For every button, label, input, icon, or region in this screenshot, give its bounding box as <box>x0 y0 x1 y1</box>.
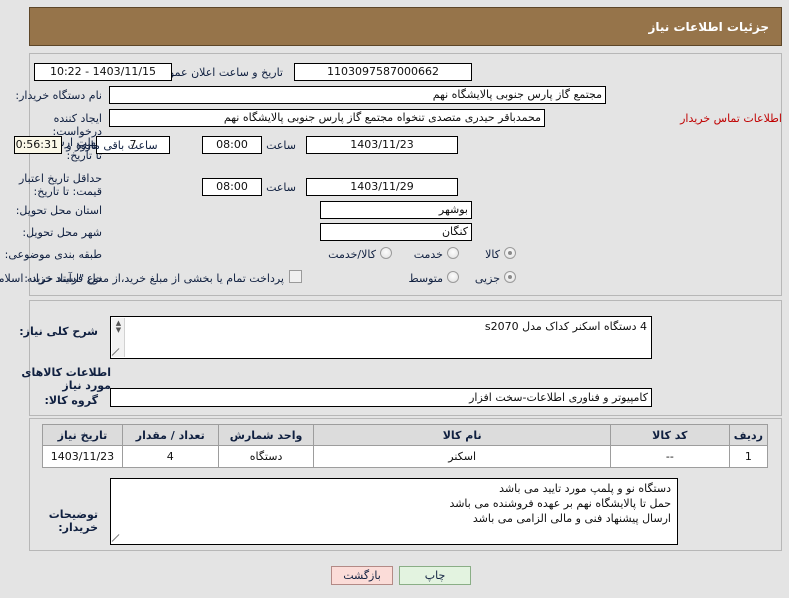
city-label: شهر محل تحویل: <box>23 226 103 239</box>
category-radio-kala-khedmat[interactable] <box>381 247 393 259</box>
price-validity-date-field[interactable]: 1403/11/29 <box>307 178 459 196</box>
description-textarea[interactable]: ▲ ▼ 4 دستگاه اسکنر کداک مدل s2070 <box>111 316 653 359</box>
goods-group-label: گروه کالا: <box>45 394 99 407</box>
th-code: کد کالا <box>610 424 731 446</box>
process-radio-jozi[interactable] <box>505 271 517 283</box>
goods-table: ردیف کد کالا نام کالا واحد شمارش تعداد /… <box>43 424 770 468</box>
price-validity-hour-label: ساعت <box>267 181 297 194</box>
page-title: جزئیات اطلاعات نیاز <box>649 20 770 34</box>
buyer-notes-line-2: ارسال پیشنهاد فنی و مالی الزامی می باشد <box>473 512 672 525</box>
price-validity-label: حداقل تاریخ اعتبار قیمت: تا تاریخ: <box>19 172 103 198</box>
price-validity-time-field[interactable]: 08:00 <box>203 178 263 196</box>
th-date: تاریخ نیاز <box>43 424 124 446</box>
cell-row: 1 <box>729 445 770 468</box>
reply-deadline-date-field[interactable]: 1403/11/23 <box>307 136 459 154</box>
process-radio-motevaset[interactable] <box>448 271 460 283</box>
reply-deadline-time-field[interactable]: 08:00 <box>203 136 263 154</box>
description-label: شرح کلی نیاز: <box>20 325 99 338</box>
th-unit: واحد شمارش <box>218 424 316 446</box>
province-field[interactable]: بوشهر <box>321 201 473 219</box>
category-option-label-1: خدمت <box>414 248 444 261</box>
print-button[interactable]: چاپ <box>400 566 472 585</box>
scroll-down-icon[interactable]: ▼ <box>115 327 124 334</box>
cell-name: اسکنر <box>314 445 612 468</box>
category-option-label-0: کالا <box>486 248 501 261</box>
category-radio-khedmat[interactable] <box>448 247 460 259</box>
buyer-contact-link[interactable]: اطلاعات تماس خریدار <box>681 112 783 125</box>
remaining-suffix-label: ساعت باقی مانده <box>77 139 159 152</box>
window-title-bar: جزئیات اطلاعات نیاز <box>30 7 783 46</box>
announce-datetime-field[interactable]: 1403/11/15 - 10:22 <box>35 63 173 81</box>
province-label: استان محل تحویل: <box>16 204 103 217</box>
category-option-label-2: کالا/خدمت <box>329 248 377 261</box>
treasury-checkbox[interactable] <box>290 270 303 283</box>
back-button[interactable]: بازگشت <box>332 566 394 585</box>
description-text: 4 دستگاه اسکنر کداک مدل s2070 <box>485 320 648 333</box>
cell-code: -- <box>610 445 731 468</box>
page-root: AriaTender.net جزئیات اطلاعات نیاز شماره… <box>0 0 789 598</box>
requester-label: ایجاد کننده درخواست: <box>53 112 103 138</box>
th-row: ردیف <box>729 424 770 446</box>
requester-field[interactable]: محمدباقر حیدری متصدی تنخواه مجتمع گاز پا… <box>110 109 546 127</box>
city-field[interactable]: کنگان <box>321 223 473 241</box>
buyer-notes-textarea[interactable]: دستگاه نو و پلمپ مورد تایید می باشد حمل … <box>111 478 679 545</box>
remaining-time-field: 20:56:31 <box>15 136 63 154</box>
goods-section-title: اطلاعات کالاهای مورد نیاز <box>22 366 112 392</box>
cell-qty: 4 <box>122 445 220 468</box>
category-label: طبقه بندی موضوعی: <box>5 248 103 261</box>
table-header-row: ردیف کد کالا نام کالا واحد شمارش تعداد /… <box>43 424 770 446</box>
buyer-org-field[interactable]: مجتمع گاز پارس جنوبی پالایشگاه نهم <box>110 86 607 104</box>
buyer-notes-line-1: حمل تا پالایشگاه نهم بر عهده فروشنده می … <box>450 497 672 510</box>
process-option-label-0: جزیی <box>475 272 501 285</box>
goods-group-field[interactable]: کامپیوتر و فناوری اطلاعات-سخت افزار <box>111 388 653 407</box>
buyer-notes-label: توضیحات خریدار: <box>49 508 99 534</box>
buyer-org-label: نام دستگاه خریدار: <box>16 89 103 102</box>
category-radio-kala[interactable] <box>505 247 517 259</box>
th-qty: تعداد / مقدار <box>122 424 220 446</box>
notes-resize-grip-icon[interactable] <box>113 533 123 543</box>
table-row: 1 -- اسکنر دستگاه 4 1403/11/23 <box>43 445 770 468</box>
reply-deadline-hour-label: ساعت <box>267 139 297 152</box>
th-name: نام کالا <box>314 424 612 446</box>
resize-grip-icon[interactable] <box>113 347 123 357</box>
treasury-checkbox-label: پرداخت تمام یا بخشی از مبلغ خرید،از محل … <box>0 272 285 285</box>
buyer-notes-line-0: دستگاه نو و پلمپ مورد تایید می باشد <box>500 482 672 495</box>
need-number-field[interactable]: 1103097587000662 <box>295 63 473 81</box>
cell-date: 1403/11/23 <box>43 445 124 468</box>
cell-unit: دستگاه <box>218 445 316 468</box>
process-option-label-1: متوسط <box>409 272 444 285</box>
